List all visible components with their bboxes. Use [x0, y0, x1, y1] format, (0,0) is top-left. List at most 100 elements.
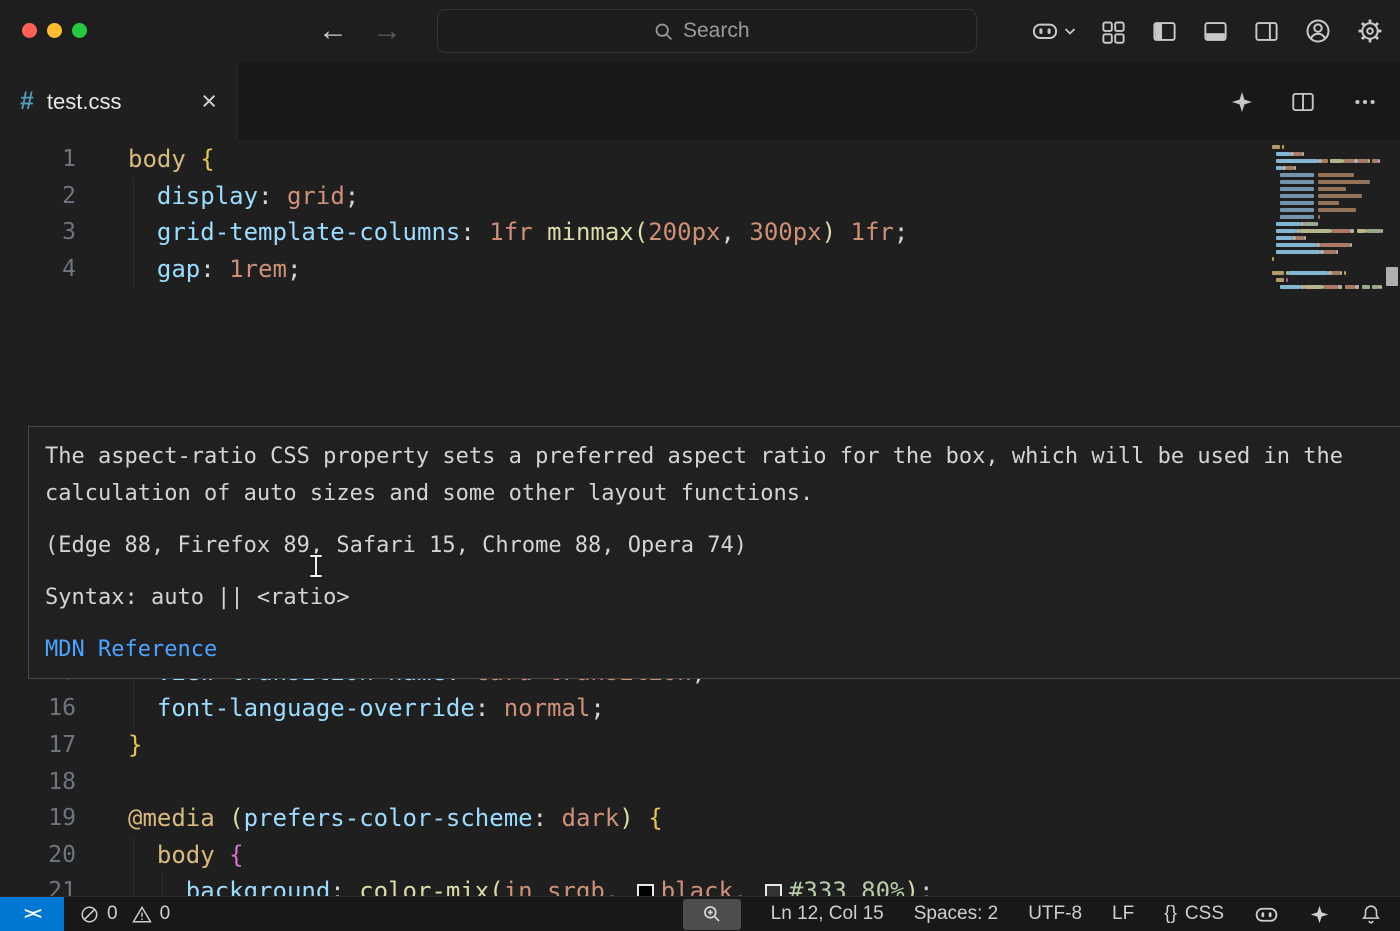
- search-box[interactable]: [437, 9, 977, 53]
- code-line-19[interactable]: 19 @media (prefers-color-scheme: dark) {: [0, 800, 1270, 837]
- line-number[interactable]: 16: [0, 690, 76, 727]
- remote-indicator[interactable]: ><: [0, 897, 64, 931]
- token-pun: [533, 218, 547, 246]
- token-pun: :: [475, 694, 504, 722]
- split-editor-icon[interactable]: [1290, 89, 1316, 115]
- sparkle-icon[interactable]: [1230, 90, 1254, 114]
- code-editor[interactable]: 1body {2 display: grid;3 grid-template-c…: [0, 141, 1400, 896]
- copilot-icon: [1031, 17, 1059, 45]
- cursor-position[interactable]: Ln 12, Col 15: [771, 903, 884, 925]
- line-number[interactable]: 20: [0, 837, 76, 874]
- minimap-line: [1272, 271, 1284, 275]
- token-fn: ): [905, 877, 919, 896]
- code-text[interactable]: @media (prefers-color-scheme: dark) {: [128, 800, 663, 837]
- code-text[interactable]: body {: [128, 837, 244, 874]
- problems-button[interactable]: 0 0: [80, 903, 170, 925]
- token-pun: [128, 694, 157, 722]
- code-text[interactable]: grid-template-columns: 1fr minmax(200px,…: [128, 214, 908, 251]
- minimap-line: [1330, 159, 1342, 163]
- errors-count: 0: [107, 903, 118, 925]
- line-number[interactable]: 21: [0, 873, 76, 896]
- close-window-button[interactable]: [22, 23, 37, 38]
- token-pun: [836, 218, 850, 246]
- code-text[interactable]: font-language-override: normal;: [128, 690, 605, 727]
- minimap-line: [1338, 285, 1342, 289]
- line-number[interactable]: 17: [0, 727, 76, 764]
- customize-layout-icon[interactable]: [1100, 18, 1127, 45]
- line-number[interactable]: 3: [0, 214, 76, 251]
- settings-gear-icon[interactable]: [1356, 17, 1384, 45]
- token-val: 1fr: [489, 218, 532, 246]
- scrollbar-thumb[interactable]: [1386, 267, 1398, 286]
- code-line-18[interactable]: 18: [0, 764, 1270, 801]
- code-line-21[interactable]: 21 background: color-mix(in srgb, black,…: [0, 873, 1270, 896]
- code-line-3[interactable]: 3 grid-template-columns: 1fr minmax(200p…: [0, 214, 1270, 251]
- eol-setting[interactable]: LF: [1112, 903, 1134, 925]
- notifications-bell-icon[interactable]: [1360, 903, 1382, 925]
- minimap-line: [1332, 271, 1340, 275]
- tooltip-browser-support: (Edge 88, Firefox 89, Safari 15, Chrome …: [45, 527, 1383, 564]
- toggle-secondary-sidebar-icon[interactable]: [1253, 18, 1280, 45]
- color-decorator-swatch[interactable]: [637, 884, 654, 896]
- minimap-line: [1324, 250, 1336, 254]
- tab-bar: # test.css ×: [0, 62, 1400, 141]
- token-val: in srgb: [504, 877, 605, 896]
- token-val: dark: [562, 804, 620, 832]
- back-button[interactable]: ←: [318, 16, 348, 46]
- code-text[interactable]: body {: [128, 141, 215, 178]
- forward-button[interactable]: →: [372, 16, 402, 46]
- minimap-line: [1324, 285, 1338, 289]
- toggle-primary-sidebar-icon[interactable]: [1151, 18, 1178, 45]
- mouse-cursor: [306, 552, 328, 580]
- minimap-line: [1345, 285, 1355, 289]
- more-actions-icon[interactable]: [1352, 89, 1378, 115]
- minimap-line: [1276, 222, 1300, 226]
- code-text[interactable]: display: grid;: [128, 178, 359, 215]
- minimap-line: [1322, 159, 1328, 163]
- minimap-line: [1280, 201, 1314, 205]
- search-input[interactable]: [683, 19, 761, 43]
- tab-close-icon[interactable]: ×: [201, 88, 217, 115]
- line-number[interactable]: 4: [0, 251, 76, 288]
- token-fn: ): [822, 218, 836, 246]
- toggle-panel-icon[interactable]: [1202, 18, 1229, 45]
- code-line-16[interactable]: 16 font-language-override: normal;: [0, 690, 1270, 727]
- code-line-4[interactable]: 4 gap: 1rem;: [0, 251, 1270, 288]
- color-decorator-swatch[interactable]: [765, 884, 782, 896]
- code-line-17[interactable]: 17}: [0, 727, 1270, 764]
- token-br2: {: [229, 841, 243, 869]
- minimize-window-button[interactable]: [47, 23, 62, 38]
- minimap-line: [1282, 145, 1284, 149]
- line-number[interactable]: 1: [0, 141, 76, 178]
- encoding-setting[interactable]: UTF-8: [1028, 903, 1082, 925]
- language-mode[interactable]: {} CSS: [1164, 903, 1224, 925]
- code-text[interactable]: gap: 1rem;: [128, 251, 301, 288]
- token-fn: ): [619, 804, 633, 832]
- traffic-lights: [22, 23, 87, 38]
- token-pun: ,: [733, 877, 762, 896]
- minimap-line: [1344, 159, 1354, 163]
- token-sel: body: [128, 145, 186, 173]
- minimap-line: [1276, 278, 1284, 282]
- copilot-status-icon[interactable]: [1254, 902, 1279, 927]
- zoom-window-button[interactable]: [72, 23, 87, 38]
- account-icon[interactable]: [1304, 17, 1332, 45]
- code-line-20[interactable]: 20 body {: [0, 837, 1270, 874]
- token-prop: grid-template-columns: [157, 218, 460, 246]
- sparkle-status-icon[interactable]: [1309, 904, 1330, 925]
- tab-test-css[interactable]: # test.css ×: [0, 62, 238, 141]
- copilot-menu-button[interactable]: [1031, 17, 1076, 45]
- code-line-2[interactable]: 2 display: grid;: [0, 178, 1270, 215]
- mdn-reference-link[interactable]: MDN Reference: [45, 631, 1383, 668]
- line-number[interactable]: 18: [0, 764, 76, 801]
- line-number[interactable]: 19: [0, 800, 76, 837]
- code-line-1[interactable]: 1 body {: [0, 141, 1270, 178]
- token-pun: [128, 877, 186, 896]
- code-text[interactable]: }: [128, 727, 142, 764]
- token-pun: ;: [345, 182, 359, 210]
- indentation-setting[interactable]: Spaces: 2: [914, 903, 999, 925]
- zoom-indicator-button[interactable]: [683, 899, 741, 930]
- code-text[interactable]: background: color-mix(in srgb, black, #3…: [128, 873, 933, 896]
- minimap[interactable]: [1272, 141, 1384, 441]
- line-number[interactable]: 2: [0, 178, 76, 215]
